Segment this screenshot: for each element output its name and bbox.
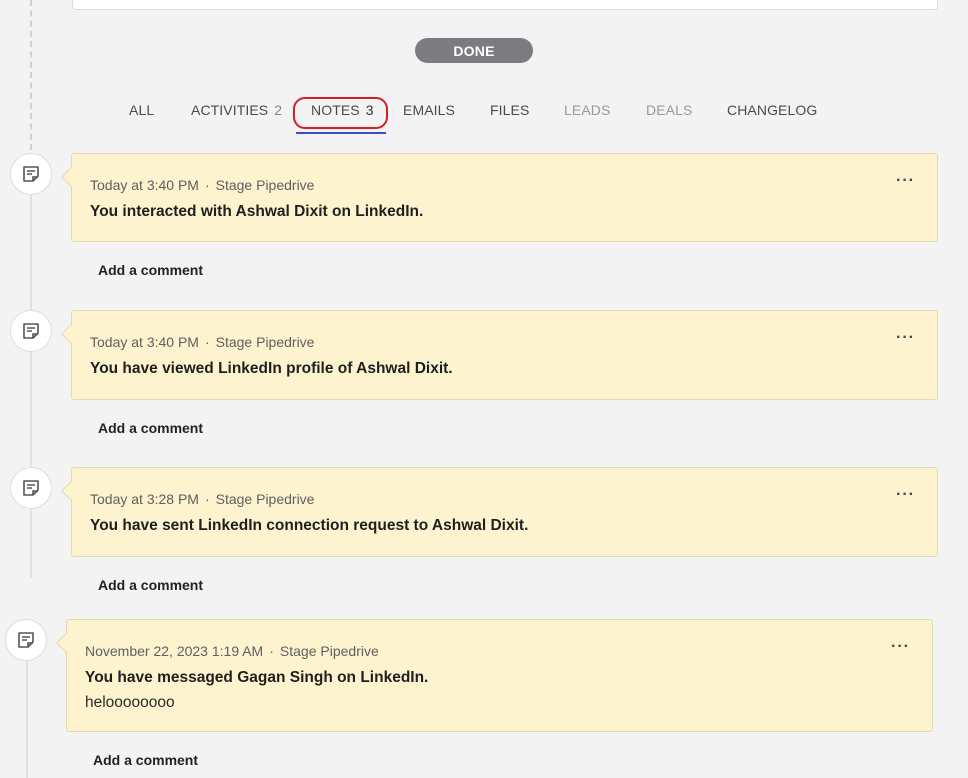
tab-label: ACTIVITIES — [191, 102, 269, 118]
note-source: Stage Pipedrive — [215, 334, 315, 350]
tab-deals[interactable]: DEALS — [646, 102, 692, 118]
note-meta: Today at 3:40 PM · Stage Pipedrive — [90, 177, 315, 193]
timeline-line — [30, 160, 32, 578]
tab-count: 2 — [274, 102, 283, 118]
note-title: You interacted with Ashwal Dixit on Link… — [90, 203, 424, 220]
tab-leads[interactable]: LEADS — [564, 102, 610, 118]
active-tab-highlight — [293, 97, 388, 129]
more-options-icon[interactable]: ··· — [891, 639, 910, 655]
note-card: Today at 3:40 PM · Stage Pipedrive You int… — [61, 153, 938, 242]
note-icon — [10, 153, 52, 195]
more-options-icon[interactable]: ··· — [896, 487, 915, 503]
note-meta: Today at 3:40 PM · Stage Pipedrive — [90, 334, 315, 350]
note-source: Stage Pipedrive — [215, 177, 315, 193]
note-icon — [10, 467, 52, 509]
note-icon — [5, 619, 47, 661]
note-source: Stage Pipedrive — [215, 491, 315, 507]
tab-label: CHANGELOG — [727, 102, 818, 118]
note-card: Today at 3:40 PM · Stage Pipedrive You hav… — [61, 310, 938, 400]
tab-all[interactable]: ALL — [129, 102, 154, 118]
more-options-icon[interactable]: ··· — [896, 330, 915, 346]
note-title: You have sent LinkedIn connection reques… — [90, 517, 529, 534]
tab-changelog[interactable]: CHANGELOG — [727, 102, 817, 118]
add-comment-link[interactable]: Add a comment — [98, 262, 203, 278]
tab-label: EMAILS — [403, 102, 455, 118]
note-title: You have messaged Gagan Singh on LinkedI… — [85, 669, 429, 686]
note-source: Stage Pipedrive — [279, 643, 379, 659]
tab-bar: ALL ACTIVITIES 2 NOTES 3 EMAILS FILES LEAD… — [0, 102, 968, 132]
tab-label: FILES — [490, 102, 530, 118]
note-card: November 22, 2023 1:19 AM · Stage Pipedriv… — [56, 619, 933, 732]
tab-emails[interactable]: EMAILS — [403, 102, 455, 118]
done-button[interactable]: DONE — [415, 38, 533, 63]
add-comment-link[interactable]: Add a comment — [98, 577, 203, 593]
previous-card-edge — [72, 0, 938, 10]
note-time: Today at 3:40 PM — [90, 334, 199, 350]
tab-activities[interactable]: ACTIVITIES 2 — [191, 102, 282, 118]
note-meta: November 22, 2023 1:19 AM · Stage Pipedriv… — [85, 643, 379, 659]
note-body: heloooooooo — [85, 694, 175, 711]
note-title: You have viewed LinkedIn profile of Ashw… — [90, 360, 453, 377]
tab-files[interactable]: FILES — [490, 102, 529, 118]
note-meta: Today at 3:28 PM · Stage Pipedrive — [90, 491, 315, 507]
active-tab-underline — [296, 132, 386, 134]
note-time: Today at 3:40 PM — [90, 177, 199, 193]
add-comment-link[interactable]: Add a comment — [98, 420, 203, 436]
tab-label: DEALS — [646, 102, 693, 118]
note-time: Today at 3:28 PM — [90, 491, 199, 507]
note-icon — [10, 310, 52, 352]
note-time: November 22, 2023 1:19 AM — [85, 643, 264, 659]
tab-label: LEADS — [564, 102, 611, 118]
more-options-icon[interactable]: ··· — [896, 173, 915, 189]
tab-label: ALL — [129, 102, 155, 118]
note-card: Today at 3:28 PM · Stage Pipedrive You hav… — [61, 467, 938, 557]
add-comment-link[interactable]: Add a comment — [93, 752, 198, 768]
